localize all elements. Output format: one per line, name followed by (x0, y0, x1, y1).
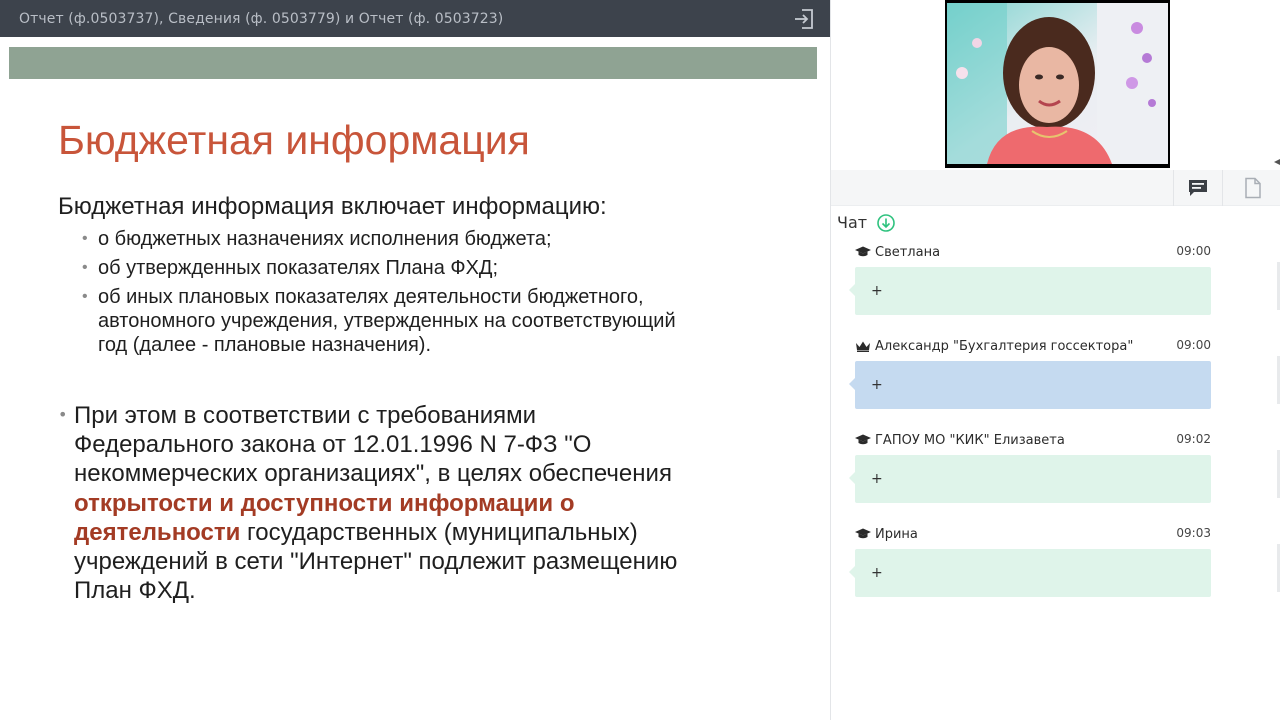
message-bubble[interactable]: + (849, 549, 1211, 597)
message-header: Светлана 09:00 (855, 243, 1211, 261)
main-text-before: При этом в соответствии с требованиями Ф… (74, 402, 672, 488)
message-time: 09:03 (1176, 526, 1211, 540)
chat-title: Чат (837, 213, 868, 232)
message-header: Александр "Бухгалтерия госсектора" 09:00 (855, 337, 1211, 355)
message-header: ГАПОУ МО "КИК" Елизавета 09:02 (855, 431, 1211, 449)
bullet-dot: • (58, 405, 68, 424)
slide-intro: Бюджетная информация включает информацию… (58, 193, 607, 220)
webcam-video[interactable] (945, 0, 1170, 168)
chat-message: ГАПОУ МО "КИК" Елизавета 09:02 + (849, 431, 1211, 503)
presentation-topbar: Отчет (ф.0503737), Сведения (ф. 0503779)… (0, 0, 830, 37)
arrow-down-circle-icon[interactable] (877, 213, 895, 232)
chat-bubble-icon (1189, 180, 1207, 196)
message-time: 09:00 (1176, 244, 1211, 258)
slide-main-bullet: • При этом в соответствии с требованиями… (58, 401, 778, 605)
message-time: 09:02 (1176, 432, 1211, 446)
chat-header: Чат (837, 213, 895, 232)
message-author: Ирина (875, 526, 918, 542)
message-text: + (871, 283, 883, 299)
graduation-cap-icon (855, 528, 871, 539)
slide: Бюджетная информация Бюджетная информаци… (0, 37, 830, 720)
message-text: + (871, 377, 883, 393)
slide-heading: Бюджетная информация (58, 117, 530, 163)
chat-message: Светлана 09:00 + (849, 243, 1211, 315)
tab-chat[interactable] (1173, 170, 1223, 206)
exit-icon (795, 9, 813, 29)
message-time: 09:00 (1176, 338, 1211, 352)
video-edge-marker (1274, 159, 1280, 165)
graduation-cap-icon (855, 246, 871, 257)
message-text: + (871, 565, 883, 581)
document-icon (1245, 177, 1261, 199)
exit-button[interactable] (792, 7, 816, 31)
slide-sub-item: об утвержденных показателях Плана ФХД; (82, 256, 676, 280)
message-author: Светлана (875, 244, 941, 260)
side-panel: Чат Светлана 09:00 + Александр "Бухгалте… (831, 0, 1280, 720)
slide-sub-item: об иных плановых показателях деятельност… (82, 285, 676, 357)
slide-header-band (9, 47, 817, 79)
message-bubble[interactable]: + (849, 361, 1211, 409)
crown-icon (856, 341, 870, 352)
message-author: Александр "Бухгалтерия госсектора" (875, 338, 1134, 354)
slide-sub-list: о бюджетных назначениях исполнения бюдже… (82, 227, 676, 362)
presenter-photo (947, 3, 1168, 164)
chat-message: Александр "Бухгалтерия госсектора" 09:00… (849, 337, 1211, 409)
tab-documents[interactable] (1228, 170, 1278, 206)
slide-sub-item: о бюджетных назначениях исполнения бюдже… (82, 227, 676, 251)
message-author: ГАПОУ МО "КИК" Елизавета (875, 432, 1065, 448)
graduation-cap-icon (855, 434, 871, 445)
message-bubble[interactable]: + (849, 267, 1211, 315)
message-text: + (871, 471, 883, 487)
message-bubble[interactable]: + (849, 455, 1211, 503)
presentation-title: Отчет (ф.0503737), Сведения (ф. 0503779)… (19, 10, 504, 27)
chat-message: Ирина 09:03 + (849, 525, 1211, 597)
presentation-panel: Отчет (ф.0503737), Сведения (ф. 0503779)… (0, 0, 830, 720)
message-header: Ирина 09:03 (855, 525, 1211, 543)
slide-main-text: При этом в соответствии с требованиями Ф… (74, 401, 778, 605)
side-toolbar (831, 170, 1280, 206)
